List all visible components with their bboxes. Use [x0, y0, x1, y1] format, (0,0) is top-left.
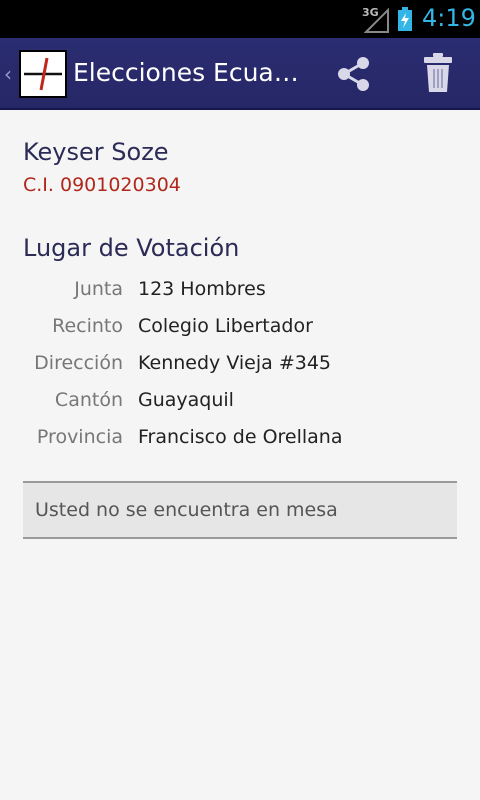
status-bar: 3G 4:19 — [0, 0, 480, 38]
info-value: Kennedy Vieja #345 — [138, 352, 332, 374]
clock: 4:19 — [422, 4, 476, 32]
info-value: 123 Hombres — [138, 278, 266, 300]
info-row-canton: Cantón Guayaquil — [23, 389, 457, 419]
voting-place-title: Lugar de Votación — [23, 234, 240, 262]
voter-ci: C.I. 0901020304 — [23, 174, 181, 196]
info-row-direccion: Dirección Kennedy Vieja #345 — [23, 352, 457, 382]
app-title: Elecciones Ecua… — [73, 58, 299, 87]
battery-icon — [397, 7, 413, 31]
delete-button[interactable] — [420, 52, 456, 94]
info-row-junta: Junta 123 Hombres — [23, 278, 457, 308]
voter-name: Keyser Soze — [23, 138, 169, 166]
info-label: Cantón — [54, 389, 123, 411]
share-icon — [338, 57, 369, 91]
network-signal: 3G — [360, 6, 390, 33]
info-row-recinto: Recinto Colegio Libertador — [23, 315, 457, 345]
action-bar: ‹ Elecciones Ecua… — [0, 38, 480, 110]
info-label: Junta — [74, 278, 123, 300]
mesa-status-box: Usted no se encuentra en mesa — [23, 481, 457, 539]
info-label: Dirección — [34, 352, 123, 374]
up-caret-icon[interactable]: ‹ — [4, 62, 12, 86]
info-label: Provincia — [36, 426, 123, 448]
info-row-provincia: Provincia Francisco de Orellana — [23, 426, 457, 456]
app-logo-icon[interactable] — [19, 50, 67, 98]
info-label: Recinto — [52, 315, 123, 337]
mesa-status-text: Usted no se encuentra en mesa — [35, 499, 338, 521]
info-value: Colegio Libertador — [138, 315, 313, 337]
info-value: Francisco de Orellana — [138, 426, 343, 448]
info-value: Guayaquil — [138, 389, 234, 411]
trash-icon — [424, 53, 452, 92]
share-button[interactable] — [334, 54, 374, 94]
signal-icon — [364, 8, 389, 33]
